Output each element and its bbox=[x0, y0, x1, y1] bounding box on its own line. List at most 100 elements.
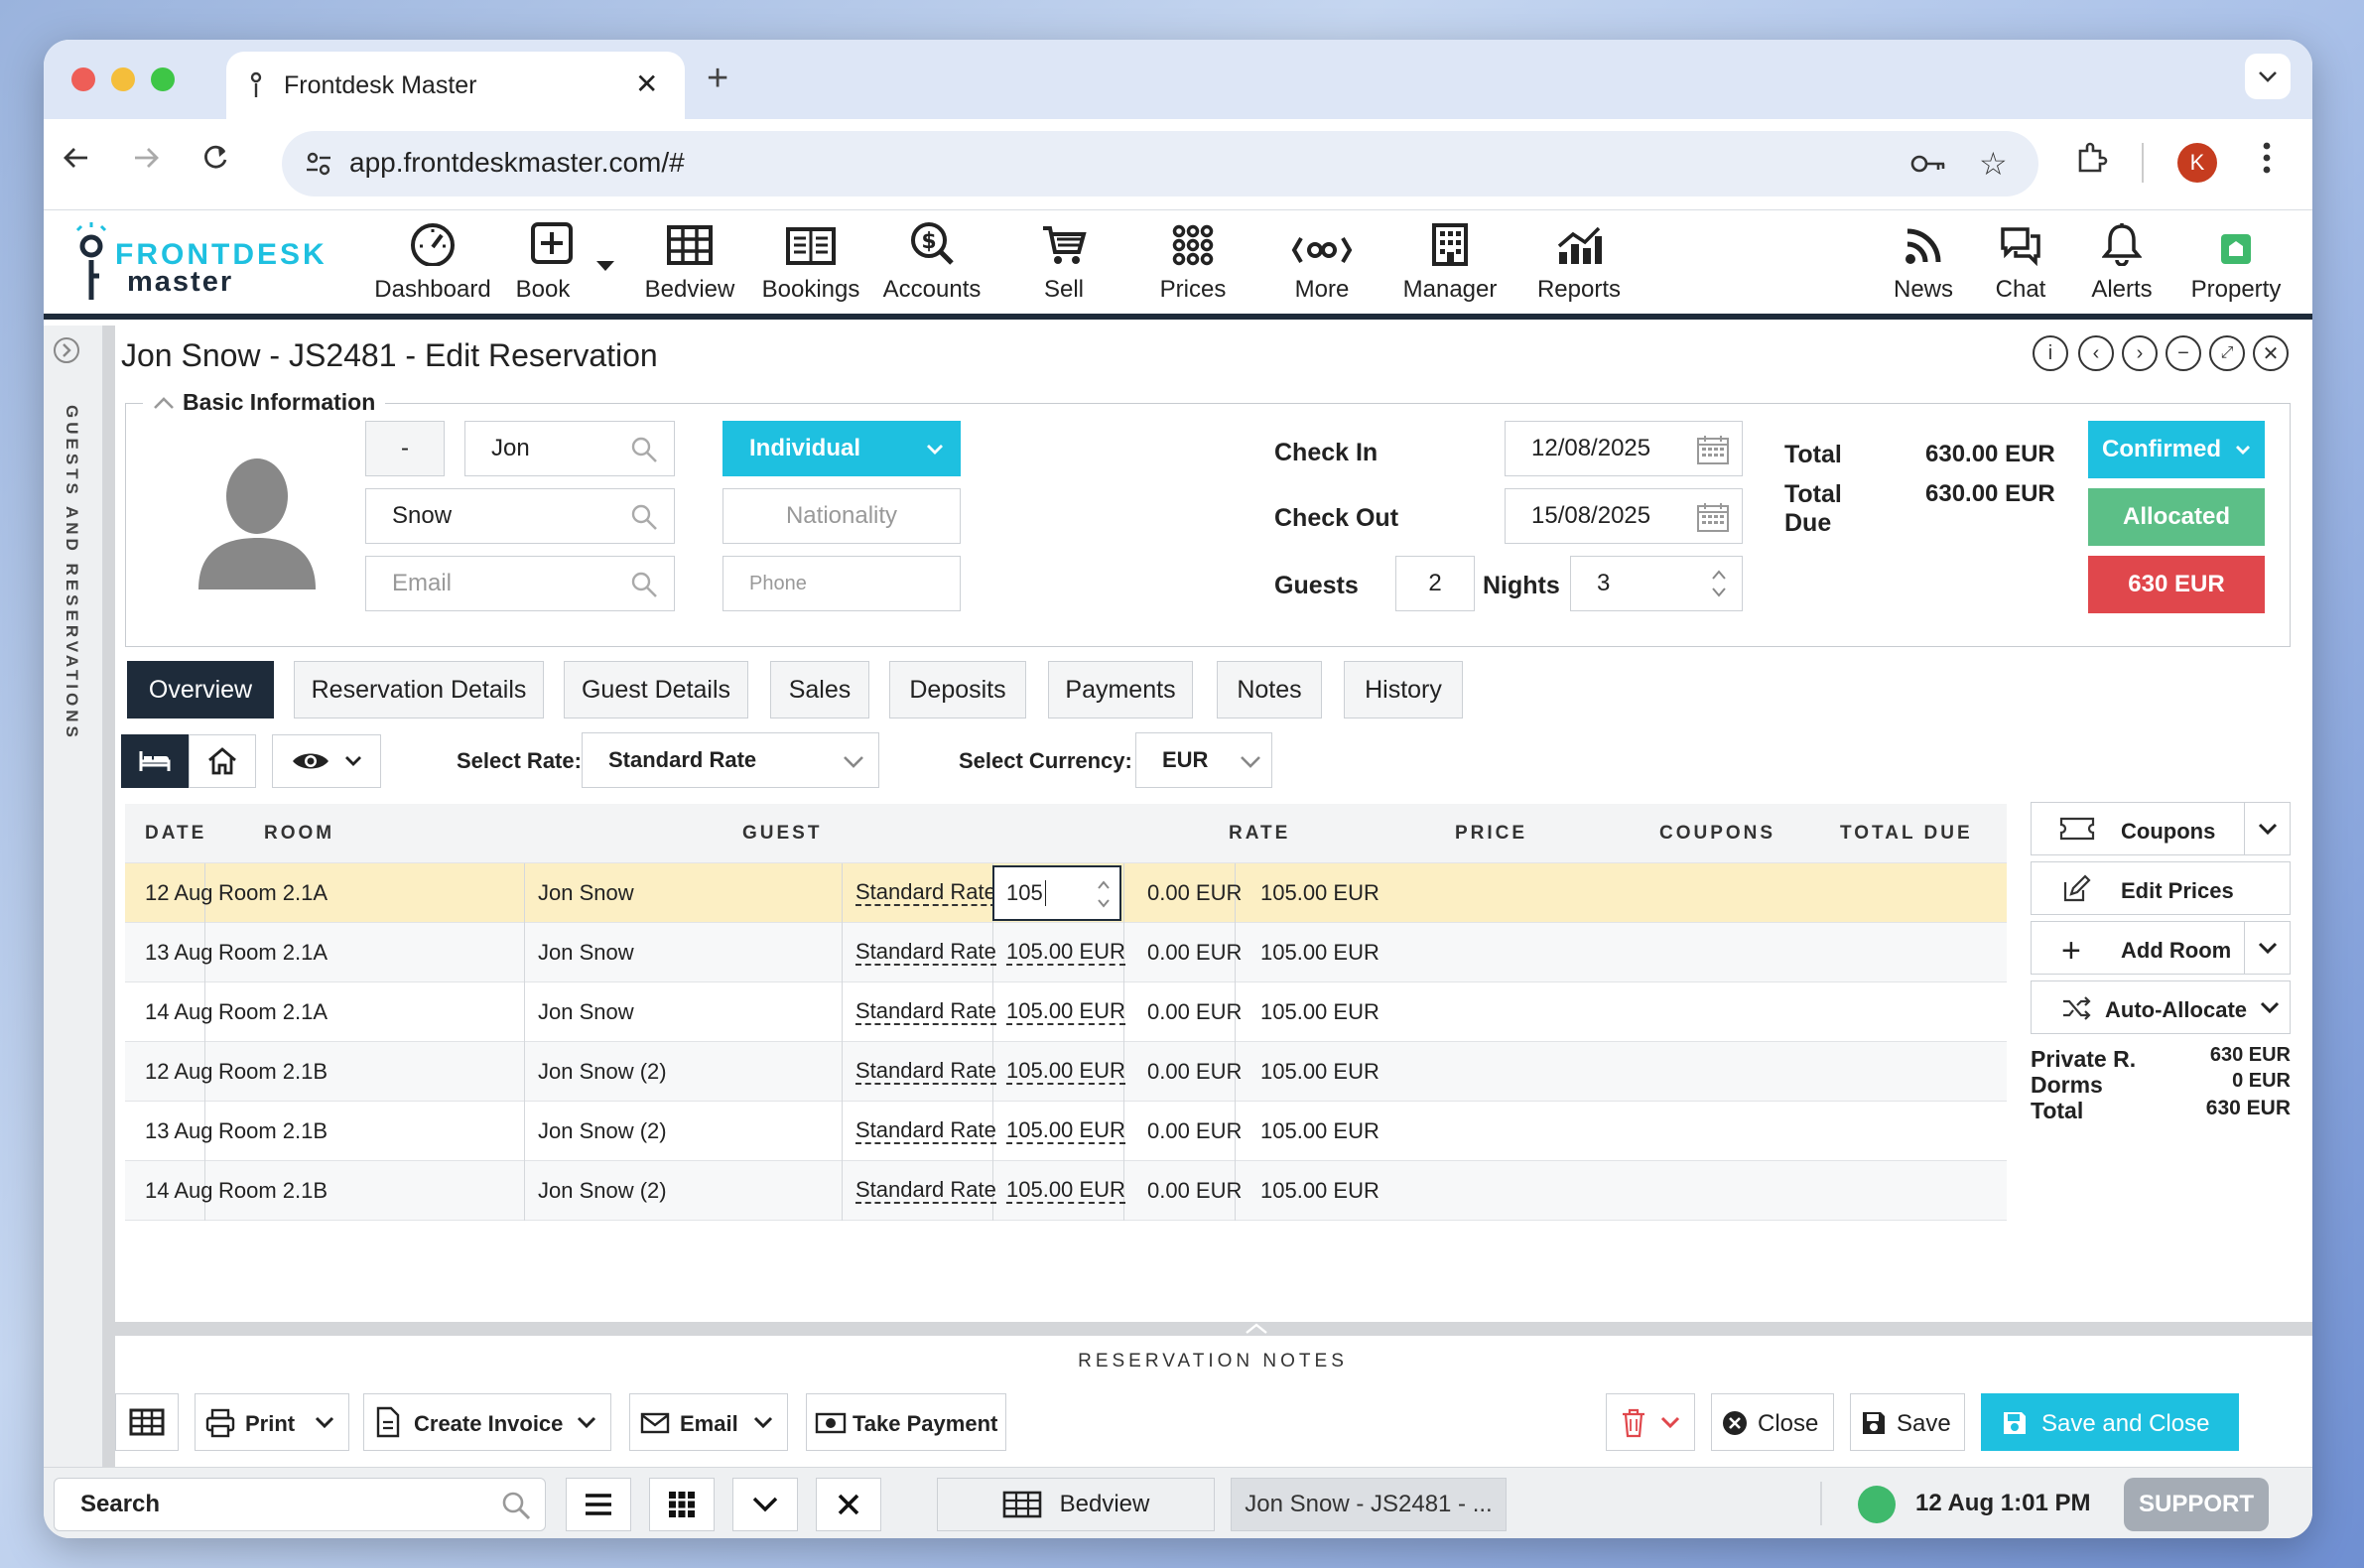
guests-sidebar[interactable]: GUESTS AND RESERVATIONS bbox=[44, 326, 103, 1506]
email-input[interactable]: Email bbox=[365, 556, 675, 611]
nav-bedview[interactable]: Bedview bbox=[635, 210, 744, 314]
previous-icon[interactable]: ‹ bbox=[2078, 335, 2114, 371]
add-room-button[interactable]: + Add Room bbox=[2031, 921, 2291, 975]
auto-allocate-button[interactable]: Auto-Allocate bbox=[2031, 980, 2291, 1034]
save-button[interactable]: Save bbox=[1850, 1393, 1965, 1451]
allocated-status-button[interactable]: Allocated bbox=[2088, 488, 2265, 546]
cell-rate-link[interactable]: Standard Rate bbox=[855, 1161, 996, 1221]
tab-reservation-details[interactable]: Reservation Details bbox=[294, 661, 544, 719]
sidebar-expand-icon[interactable] bbox=[52, 335, 81, 365]
cell-rate-link[interactable]: Standard Rate bbox=[855, 923, 996, 982]
minimize-window-dot[interactable] bbox=[111, 67, 135, 91]
nights-stepper[interactable]: 3 bbox=[1570, 556, 1743, 611]
taskbar-reservation-tab[interactable]: Jon Snow - JS2481 - ... bbox=[1231, 1478, 1507, 1531]
forward-arrow-icon[interactable] bbox=[131, 143, 161, 173]
tab-search-button[interactable] bbox=[2245, 54, 2291, 99]
nav-bookings[interactable]: Bookings bbox=[756, 210, 865, 314]
cell-price[interactable]: 105.00 EUR bbox=[1006, 923, 1125, 982]
table-row[interactable]: 12 Aug Room 2.1A Jon Snow Standard Rate 105 0… bbox=[125, 863, 2007, 923]
cell-rate-link[interactable]: Standard Rate bbox=[855, 982, 996, 1042]
title-select[interactable]: - bbox=[365, 421, 445, 476]
minimize-icon[interactable]: − bbox=[2166, 335, 2201, 371]
reload-icon[interactable] bbox=[200, 143, 230, 173]
first-name-input[interactable]: Jon bbox=[464, 421, 675, 476]
new-tab-icon[interactable]: + bbox=[707, 58, 728, 100]
auto-allocate-dropdown-chevron-icon[interactable] bbox=[2250, 981, 2290, 1033]
price-edit-input[interactable]: 105 bbox=[992, 865, 1121, 921]
tab-deposits[interactable]: Deposits bbox=[889, 661, 1026, 719]
guest-type-select[interactable]: Individual bbox=[722, 421, 961, 476]
take-payment-button[interactable]: Take Payment bbox=[806, 1393, 1006, 1451]
add-room-dropdown-chevron-icon[interactable] bbox=[2244, 922, 2290, 974]
taskbar-bedview-tab[interactable]: Bedview bbox=[937, 1478, 1215, 1531]
grid-view-button[interactable] bbox=[115, 1393, 179, 1451]
next-icon[interactable]: › bbox=[2122, 335, 2158, 371]
nav-property[interactable]: Property bbox=[2185, 210, 2287, 314]
reservation-notes-header[interactable]: RESERVATION NOTES bbox=[113, 1336, 2312, 1387]
tab-notes[interactable]: Notes bbox=[1217, 661, 1322, 719]
nav-alerts[interactable]: Alerts bbox=[2084, 210, 2160, 314]
tab-close-icon[interactable]: ✕ bbox=[635, 67, 658, 100]
currency-select[interactable]: EUR bbox=[1135, 732, 1272, 788]
email-button[interactable]: Email bbox=[629, 1393, 788, 1451]
close-all-button[interactable] bbox=[816, 1478, 881, 1531]
calendar-icon[interactable] bbox=[1696, 434, 1730, 465]
zoom-window-dot[interactable] bbox=[151, 67, 175, 91]
last-name-input[interactable]: Snow bbox=[365, 488, 675, 544]
cell-rate-link[interactable]: Standard Rate bbox=[855, 1042, 996, 1102]
search-icon[interactable] bbox=[630, 436, 658, 463]
coupons-dropdown-chevron-icon[interactable] bbox=[2244, 803, 2290, 854]
room-view-toggle[interactable] bbox=[189, 734, 256, 788]
extensions-icon[interactable] bbox=[2074, 141, 2108, 175]
search-icon[interactable] bbox=[630, 503, 658, 531]
close-icon[interactable]: ✕ bbox=[2253, 335, 2289, 371]
rate-select[interactable]: Standard Rate bbox=[582, 732, 879, 788]
apps-grid-button[interactable] bbox=[649, 1478, 715, 1531]
cell-price[interactable]: 105.00 EUR bbox=[1006, 1102, 1125, 1161]
bed-view-toggle[interactable] bbox=[121, 734, 189, 788]
coupons-button[interactable]: Coupons bbox=[2031, 802, 2291, 855]
menu-button[interactable] bbox=[566, 1478, 631, 1531]
tab-sales[interactable]: Sales bbox=[770, 661, 869, 719]
nationality-select[interactable]: Nationality bbox=[722, 488, 961, 544]
cell-rate-link[interactable]: Standard Rate bbox=[855, 863, 996, 923]
cell-price[interactable]: 105.00 EUR bbox=[1006, 1161, 1125, 1221]
search-icon[interactable] bbox=[630, 571, 658, 598]
search-icon[interactable] bbox=[501, 1491, 531, 1520]
calendar-icon[interactable] bbox=[1696, 501, 1730, 533]
nav-news[interactable]: News bbox=[1882, 210, 1965, 314]
close-button[interactable]: Close bbox=[1711, 1393, 1834, 1451]
support-button[interactable]: SUPPORT bbox=[2124, 1478, 2269, 1531]
nav-sell[interactable]: Sell bbox=[1022, 210, 1106, 314]
check-out-date-input[interactable]: 15/08/2025 bbox=[1505, 488, 1743, 544]
cell-price[interactable]: 105.00 EUR bbox=[1006, 982, 1125, 1042]
nav-more[interactable]: More bbox=[1274, 210, 1370, 314]
browser-tab[interactable]: Frontdesk Master ✕ bbox=[226, 52, 685, 121]
nav-dashboard[interactable]: Dashboard bbox=[373, 210, 492, 314]
maximize-icon[interactable]: ⤢ bbox=[2209, 335, 2245, 371]
delete-dropdown-button[interactable] bbox=[1606, 1393, 1695, 1451]
app-logo[interactable]: FRONTDESK master bbox=[71, 220, 359, 310]
book-dropdown-caret-icon[interactable] bbox=[595, 260, 615, 272]
create-invoice-button[interactable]: Create Invoice bbox=[363, 1393, 611, 1451]
tab-guest-details[interactable]: Guest Details bbox=[564, 661, 748, 719]
search-input[interactable]: Search bbox=[54, 1478, 546, 1531]
cell-price[interactable]: 105.00 EUR bbox=[1006, 1042, 1125, 1102]
nav-accounts[interactable]: $ Accounts bbox=[877, 210, 986, 314]
edit-prices-button[interactable]: Edit Prices bbox=[2031, 861, 2291, 915]
stepper-arrows-icon[interactable] bbox=[1710, 567, 1728, 600]
nav-prices[interactable]: Prices bbox=[1145, 210, 1241, 314]
print-button[interactable]: Print bbox=[195, 1393, 349, 1451]
back-arrow-icon[interactable] bbox=[62, 143, 91, 173]
table-row[interactable]: 12 Aug Room 2.1B Jon Snow (2) Standard Rate… bbox=[125, 1042, 2007, 1102]
nav-book[interactable]: Book bbox=[502, 210, 601, 314]
address-bar[interactable]: app.frontdeskmaster.com/# ☆ bbox=[282, 131, 2038, 196]
notes-splitter[interactable] bbox=[113, 1322, 2312, 1336]
browser-menu-icon[interactable] bbox=[2263, 141, 2271, 175]
bookmark-star-icon[interactable]: ☆ bbox=[1979, 145, 2008, 183]
password-key-icon[interactable] bbox=[1909, 149, 1947, 179]
table-row[interactable]: 14 Aug Room 2.1B Jon Snow (2) Standard Rate… bbox=[125, 1161, 2007, 1221]
profile-avatar[interactable]: K bbox=[2177, 143, 2217, 183]
info-icon[interactable]: i bbox=[2033, 335, 2068, 371]
collapse-button[interactable] bbox=[732, 1478, 798, 1531]
